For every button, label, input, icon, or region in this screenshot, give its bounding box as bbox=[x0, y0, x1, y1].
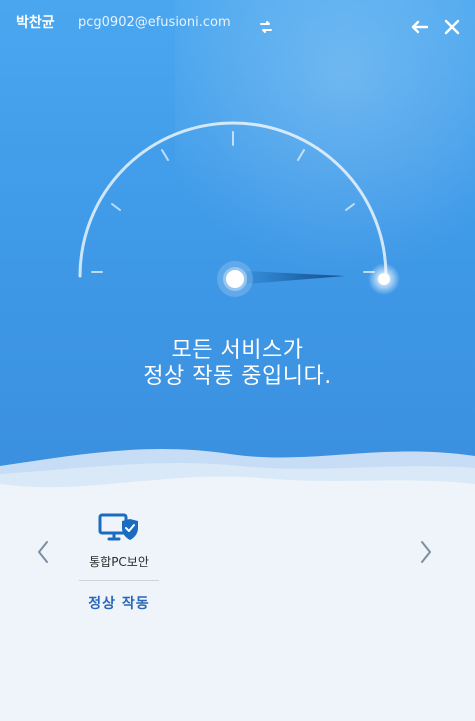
chevron-left-icon[interactable] bbox=[31, 538, 55, 566]
service-panel bbox=[0, 495, 475, 721]
chevron-right-icon[interactable] bbox=[414, 538, 438, 566]
service-status: 정상 작동 bbox=[88, 596, 150, 612]
status-line-2: 정상 작동 중입니다. bbox=[143, 364, 332, 389]
gauge-ticks bbox=[91, 131, 375, 273]
service-divider bbox=[79, 580, 159, 581]
monitor-shield-icon bbox=[97, 511, 141, 547]
service-label: 통합PC보안 bbox=[89, 555, 149, 569]
security-status-window: 박찬균 pcg0902@efusioni.com 모든 서비스가 정상 작동 중… bbox=[0, 0, 475, 721]
gauge-needle bbox=[217, 261, 345, 297]
gauge-end-glow bbox=[368, 263, 400, 295]
service-item[interactable]: 통합PC보안 정상 작동 bbox=[73, 511, 165, 613]
status-line-1: 모든 서비스가 bbox=[171, 338, 304, 363]
overall-status-message: 모든 서비스가 정상 작동 중입니다. bbox=[0, 338, 475, 390]
